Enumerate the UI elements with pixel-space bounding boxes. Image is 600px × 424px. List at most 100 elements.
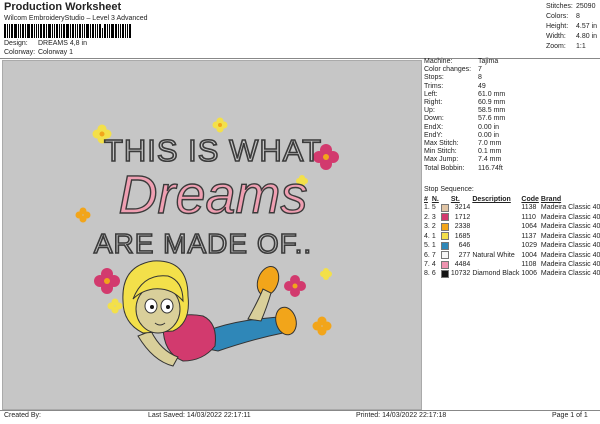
barcode-bar <box>122 24 124 38</box>
stitch-count: 277 <box>458 251 471 259</box>
needle-number: 4 <box>431 261 436 269</box>
col-header: St. <box>450 196 460 203</box>
barcode-bar <box>4 24 6 38</box>
colorway-value: Colorway 1 <box>37 49 73 56</box>
table-row: 3. 2 2338 1064 Madeira Classic 40 <box>424 222 600 232</box>
thread-color-swatch <box>440 213 449 222</box>
thread-color-swatch <box>440 270 449 279</box>
barcode-bar <box>54 24 55 38</box>
barcode-bar <box>102 28 103 38</box>
barcode-bar <box>9 24 10 38</box>
stitch-count: 3214 <box>454 204 471 212</box>
stitch-count: 1685 <box>454 232 471 240</box>
table-row: 1. 5 3214 1138 Madeira Classic 40 <box>424 204 600 213</box>
barcode-bar <box>36 24 37 38</box>
barcode-bar <box>40 24 42 38</box>
detail-max-stitch: Max Stitch: 7.0 mm <box>424 140 502 148</box>
detail-total-bobbin: Total Bobbin: 116.74ft <box>424 164 503 172</box>
thread-description: Diamond Black <box>472 270 520 278</box>
thread-code: 1137 <box>521 232 537 240</box>
stop-number: 1. <box>424 204 430 212</box>
color-swatch <box>440 204 451 213</box>
barcode-bar <box>27 24 30 38</box>
barcode-bar <box>72 24 74 38</box>
barcode-bar <box>107 24 108 38</box>
color-swatch <box>440 213 451 222</box>
colorway-label: Colorway: <box>4 49 36 56</box>
design-details: Machine: Tajima Color changes: 7 Stops: 8 T… <box>424 58 598 173</box>
barcode-bar <box>120 24 121 38</box>
barcode-bar <box>104 24 106 38</box>
barcode-bar <box>31 24 33 38</box>
col-header: N. <box>431 196 439 203</box>
stop-sequence-table: # N. St. Description Code Brand 1. 5 3214 1… <box>424 195 600 280</box>
color-swatch <box>440 260 451 270</box>
barcode-bar <box>92 24 94 38</box>
barcode-bar <box>11 24 13 38</box>
stop-number: 5. <box>424 242 430 250</box>
detail-machine: Machine: Tajima <box>424 58 499 65</box>
col-header: Code <box>521 196 539 203</box>
needle-number: 6 <box>431 270 436 278</box>
stop-number: 4. <box>424 232 430 240</box>
barcode-bar <box>127 24 128 38</box>
detail-min-stitch: Min Stitch: 0.1 mm <box>424 148 502 156</box>
thread-color-swatch <box>440 251 449 260</box>
barcode-bar <box>34 24 35 38</box>
stop-sequence-label: Stop Sequence: <box>424 186 474 193</box>
detail-max-jump: Max Jump: 7.4 mm <box>424 156 502 164</box>
colorway-row: Colorway: Colorway 1 <box>4 49 73 56</box>
thread-brand: Madeira Classic 40 <box>540 270 600 278</box>
col-header: # <box>424 196 428 203</box>
barcode-bar <box>70 24 71 38</box>
needle-number: 3 <box>431 213 436 221</box>
thread-description <box>472 204 521 213</box>
barcode-bar <box>46 24 47 38</box>
thread-code: 1064 <box>521 223 537 231</box>
thread-code: 1138 <box>521 204 537 212</box>
barcode-bar <box>84 24 85 38</box>
barcode-bar <box>77 24 78 38</box>
flower-orange-left <box>75 207 91 223</box>
table-row: 5. 1 646 1029 Madeira Classic 40 <box>424 241 600 251</box>
thread-color-swatch <box>440 232 449 241</box>
stat-height: Height: 4.57 in <box>546 23 598 30</box>
flower-yellow-top <box>212 117 228 133</box>
flower-pink-right-low <box>284 275 306 297</box>
flower-orange-right <box>312 316 332 336</box>
artwork-line-2: Dreams <box>118 165 307 225</box>
thread-code: 1006 <box>521 270 537 278</box>
table-row: 2. 3 1712 1110 Madeira Classic 40 <box>424 213 600 222</box>
barcode-bar <box>129 24 131 38</box>
flower-yellow-right-low <box>320 268 332 280</box>
thread-description: Natural White <box>472 251 515 259</box>
stop-number: 3. <box>424 223 430 231</box>
last-saved: Last Saved: 14/03/2022 22:17:11 <box>148 412 251 419</box>
thread-code: 1029 <box>521 242 537 250</box>
stat-colors: Colors: 8 <box>546 13 580 20</box>
design-preview[interactable]: THIS IS WHAT Dreams ARE MADE OF.. <box>2 60 422 410</box>
barcode-bar <box>7 24 8 38</box>
barcode-bar <box>56 24 58 38</box>
footer-divider <box>0 410 600 411</box>
table-row: 4. 1 1685 1137 Madeira Classic 40 <box>424 232 600 241</box>
artwork-line-1: THIS IS WHAT <box>104 133 322 168</box>
barcode-bar <box>48 24 51 38</box>
detail-left: Left: 61.0 mm <box>424 90 506 98</box>
detail-down: Down: 57.6 mm <box>424 115 506 123</box>
detail-up: Up: 58.5 mm <box>424 107 506 115</box>
thread-brand: Madeira Classic 40 <box>540 204 600 212</box>
thread-brand: Madeira Classic 40 <box>540 242 600 250</box>
barcode-bar <box>66 24 69 38</box>
thread-brand: Madeira Classic 40 <box>540 251 600 259</box>
embroidery-artwork: THIS IS WHAT Dreams ARE MADE OF.. <box>75 117 339 367</box>
needle-number: 7 <box>431 251 436 259</box>
thread-description <box>472 242 521 251</box>
girl-character <box>122 260 297 367</box>
barcode-bar <box>79 24 81 38</box>
color-swatch <box>440 251 451 260</box>
color-swatch <box>440 232 451 241</box>
barcode-bar <box>22 24 24 38</box>
stitch-count: 10732 <box>450 270 471 278</box>
stitch-count: 2338 <box>454 223 471 231</box>
